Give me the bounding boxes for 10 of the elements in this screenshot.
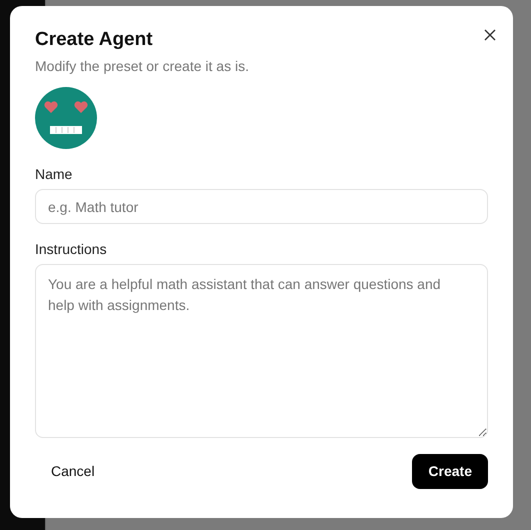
dialog-subtitle: Modify the preset or create it as is. [35,57,250,75]
dialog-title: Create Agent [35,28,154,52]
close-icon [484,29,496,41]
field-label: Instructions [35,240,108,258]
name-field[interactable]: e.g. Math tutor [35,189,488,224]
field-label: Name [35,165,74,183]
cancel-button[interactable]: Cancel [35,454,111,489]
avatar-icon [35,87,97,149]
create-button[interactable]: Create [412,454,488,489]
instructions-field[interactable]: You are a helpful math assistant that can answer questions and help with assignments. [35,264,488,438]
